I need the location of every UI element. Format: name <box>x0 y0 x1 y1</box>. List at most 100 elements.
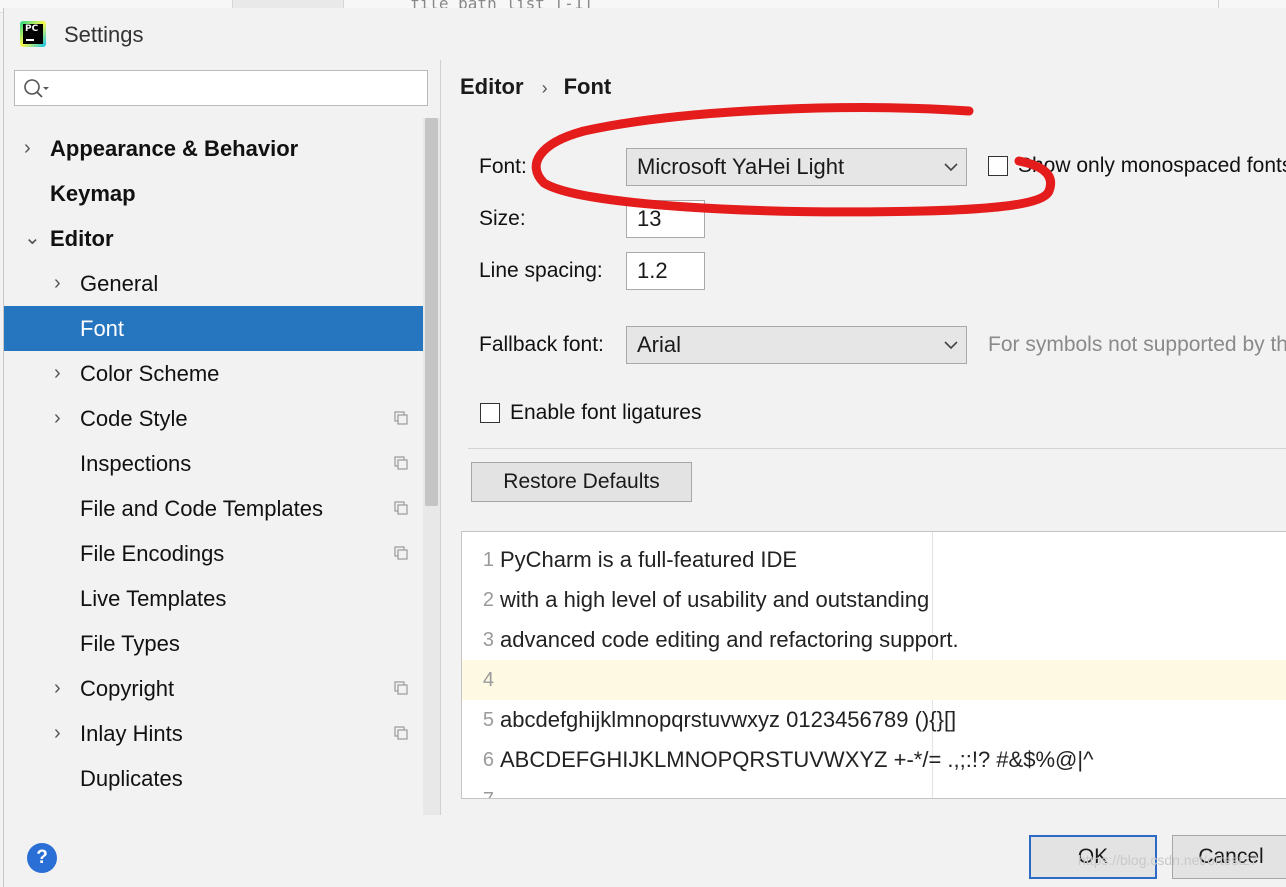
sidebar-item-label: General <box>80 271 159 296</box>
breadcrumb-separator: › <box>541 78 548 98</box>
font-select-value: Microsoft YaHei Light <box>637 154 845 179</box>
line-number: 2 <box>482 589 494 611</box>
preview-line: 5 abcdefghijklmnopqrstuvwxyz 0123456789 (… <box>462 700 1286 740</box>
sidebar-item-general[interactable]: › General <box>4 261 440 306</box>
sidebar-item-editor[interactable]: ⌄ Editor <box>4 216 440 261</box>
line-number: 4 <box>482 669 494 691</box>
preview-text: PyCharm is a full-featured IDE <box>500 547 798 572</box>
fallback-font-value: Arial <box>637 332 682 357</box>
chevron-right-icon[interactable]: › <box>24 126 31 171</box>
size-input[interactable]: 13 <box>626 200 705 238</box>
sidebar-item-inlay-hints[interactable]: › Inlay Hints <box>4 711 440 756</box>
font-label: Font: <box>479 155 527 178</box>
project-scope-icon <box>394 681 408 695</box>
fallback-font-label: Fallback font: <box>479 333 604 356</box>
preview-text: advanced code editing and refactoring su… <box>500 627 959 652</box>
sidebar-item-label: Appearance & Behavior <box>50 136 299 161</box>
line-number: 1 <box>482 549 494 571</box>
line-number: 6 <box>482 749 494 771</box>
project-scope-icon <box>394 546 408 560</box>
breadcrumb-parent: Editor <box>460 74 524 99</box>
font-select[interactable]: Microsoft YaHei Light <box>626 148 967 186</box>
window-title: Settings <box>64 22 144 47</box>
sidebar-item-live-templates[interactable]: Live Templates <box>4 576 440 621</box>
sidebar-item-label: File Types <box>80 631 180 656</box>
sidebar-item-emmet[interactable]: › Emmet <box>4 801 440 815</box>
chevron-down-icon[interactable]: ⌄ <box>24 216 41 261</box>
sidebar-item-label: Keymap <box>50 181 136 206</box>
chevron-down-icon <box>944 163 958 172</box>
sidebar-item-label: Editor <box>50 226 114 251</box>
preview-text: ABCDEFGHIJKLMNOPQRSTUVWXYZ +-*/= .,;:!? … <box>500 747 1094 772</box>
pane-divider[interactable] <box>440 60 441 815</box>
title-bar: PC Settings <box>4 8 1286 60</box>
settings-dialog: PC Settings › Appearance & Behavior Keymap… <box>3 8 1286 887</box>
preview-line: 7 <box>462 780 1286 798</box>
breadcrumb: Editor › Font <box>460 74 611 100</box>
line-number: 7 <box>462 780 494 798</box>
tree-scrollbar[interactable] <box>423 118 440 815</box>
line-number: 3 <box>482 629 494 651</box>
sidebar-item-keymap[interactable]: Keymap <box>4 171 440 216</box>
preview-line: 2 with a high level of usability and outs… <box>462 580 1286 620</box>
help-button[interactable]: ? <box>27 843 57 873</box>
search-icon <box>24 79 49 98</box>
sidebar-item-label: File and Code Templates <box>80 496 323 521</box>
sidebar-item-copyright[interactable]: › Copyright <box>4 666 440 711</box>
font-preview-editor[interactable]: 1 PyCharm is a full-featured IDE 2 with a h… <box>461 531 1286 799</box>
sidebar-item-color-scheme[interactable]: › Color Scheme <box>4 351 440 396</box>
ligatures-label: Enable font ligatures <box>510 401 702 424</box>
sidebar-item-label: Duplicates <box>80 766 183 791</box>
sidebar-item-file-encodings[interactable]: File Encodings <box>4 531 440 576</box>
sidebar-item-label: Copyright <box>80 676 175 701</box>
sidebar-item-file-and-code-templates[interactable]: File and Code Templates <box>4 486 440 531</box>
sidebar-item-duplicates[interactable]: Duplicates <box>4 756 440 801</box>
preview-text: with a high level of usability and outst… <box>500 587 930 612</box>
monospaced-checkbox[interactable] <box>988 156 1008 176</box>
watermark: https://blog.csdn.net/ortest27 <box>1078 852 1258 868</box>
chevron-right-icon[interactable]: › <box>54 261 61 306</box>
sidebar-item-label: Code Style <box>80 406 188 431</box>
preview-line: 4 <box>462 660 1286 700</box>
chevron-right-icon[interactable]: › <box>54 666 61 711</box>
sidebar-item-label: Emmet <box>80 801 150 815</box>
restore-defaults-button[interactable]: Restore Defaults <box>471 462 692 502</box>
preview-line: 3 advanced code editing and refactoring s… <box>462 620 1286 660</box>
ligatures-checkbox[interactable] <box>480 403 500 423</box>
line-spacing-input[interactable]: 1.2 <box>626 252 705 290</box>
breadcrumb-current: Font <box>563 74 612 99</box>
sidebar-item-appearance-behavior[interactable]: › Appearance & Behavior <box>4 126 440 171</box>
preview-line: 6 ABCDEFGHIJKLMNOPQRSTUVWXYZ +-*/= .,;:!?… <box>462 740 1286 780</box>
line-spacing-label: Line spacing: <box>479 259 603 282</box>
sidebar-item-code-style[interactable]: › Code Style <box>4 396 440 441</box>
sidebar-item-label: Font <box>80 316 125 341</box>
sidebar-item-font[interactable]: Font <box>4 306 440 351</box>
sidebar-item-label: Inspections <box>80 451 192 476</box>
project-scope-icon <box>394 501 408 515</box>
sidebar-item-label: File Encodings <box>80 541 225 566</box>
sidebar-item-label: Inlay Hints <box>80 721 183 746</box>
chevron-right-icon[interactable]: › <box>54 801 61 815</box>
chevron-right-icon[interactable]: › <box>54 711 61 756</box>
project-scope-icon <box>394 726 408 740</box>
fallback-font-select[interactable]: Arial <box>626 326 967 364</box>
chevron-right-icon[interactable]: › <box>54 351 61 396</box>
sidebar-item-inspections[interactable]: Inspections <box>4 441 440 486</box>
preview-line: 1 PyCharm is a full-featured IDE <box>462 540 1286 580</box>
sidebar-item-label: Color Scheme <box>80 361 220 386</box>
fallback-hint: For symbols not supported by the main fo… <box>988 333 1286 356</box>
tree-scrollbar-thumb[interactable] <box>425 118 438 506</box>
project-scope-icon <box>394 411 408 425</box>
pycharm-logo-icon: PC <box>20 21 46 47</box>
settings-tree: › Appearance & Behavior Keymap ⌄ Editor › Gene… <box>4 118 440 815</box>
chevron-right-icon[interactable]: › <box>54 396 61 441</box>
section-separator <box>468 448 1286 449</box>
preview-text: abcdefghijklmnopqrstuvwxyz 0123456789 ()… <box>500 707 957 732</box>
monospaced-label: Show only monospaced fonts <box>1018 154 1286 177</box>
settings-search-input[interactable] <box>14 70 428 106</box>
sidebar-item-label: Live Templates <box>80 586 227 611</box>
chevron-down-icon <box>944 341 958 350</box>
project-scope-icon <box>394 456 408 470</box>
sidebar-item-file-types[interactable]: File Types <box>4 621 440 666</box>
size-label: Size: <box>479 207 526 230</box>
